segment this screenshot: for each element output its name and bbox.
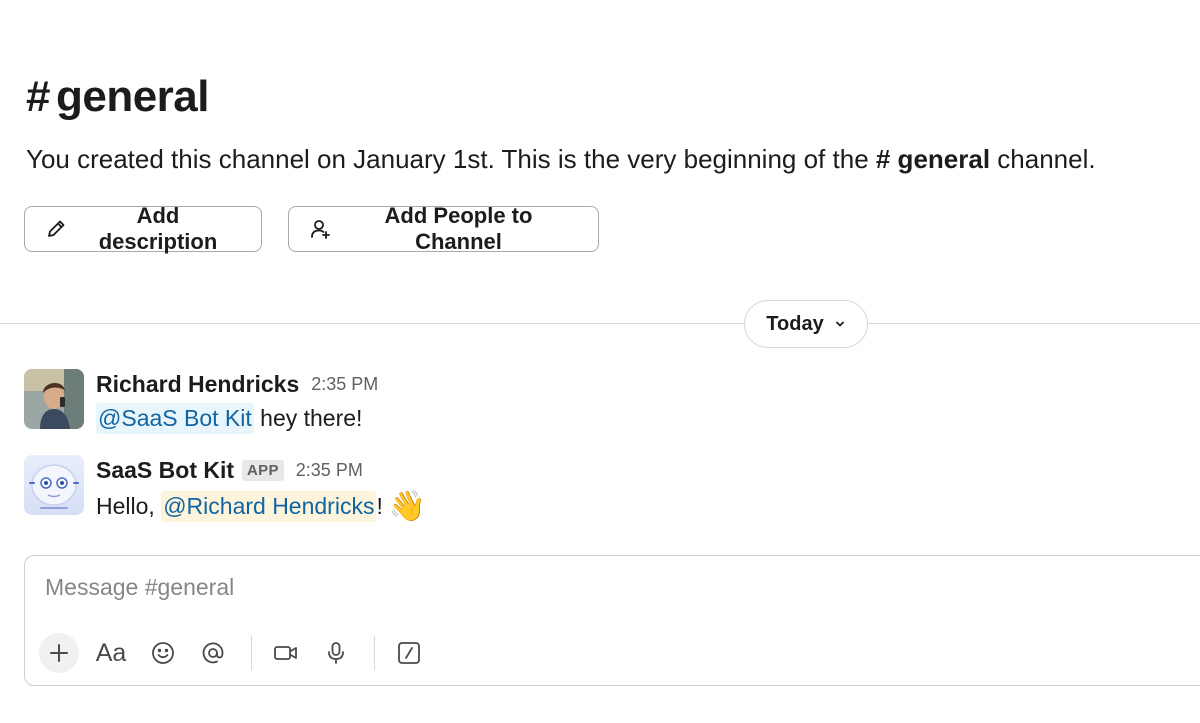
microphone-icon[interactable] [316,633,356,673]
message-header: Richard Hendricks 2:35 PM [96,369,378,399]
message-input[interactable] [45,574,945,601]
add-user-icon [309,218,331,240]
avatar[interactable] [24,455,84,515]
waving-hand-emoji: 👋 [389,489,426,524]
message-body: Richard Hendricks 2:35 PM @SaaS Bot Kit … [96,369,378,434]
formatting-button[interactable]: Aa [89,633,133,673]
emoji-icon[interactable] [143,633,183,673]
message-body: SaaS Bot Kit APP 2:35 PM Hello, @Richard… [96,455,426,524]
channel-hash: # [26,72,50,122]
message-content-before: Hello, [96,493,161,520]
author-name[interactable]: Richard Hendricks [96,371,299,398]
video-icon[interactable] [266,633,306,673]
add-people-label: Add People to Channel [339,203,578,255]
mention-icon[interactable] [193,633,233,673]
message-content-after: ! [376,493,382,520]
message-content: hey there! [254,405,363,432]
add-people-button[interactable]: Add People to Channel [288,206,599,252]
intro-prefix: You created this channel on January 1st.… [26,144,876,174]
message-header: SaaS Bot Kit APP 2:35 PM [96,455,426,485]
message-composer: Aa [24,555,1200,686]
message-timestamp[interactable]: 2:35 PM [296,460,363,481]
add-description-button[interactable]: Add description [24,206,262,252]
toolbar-separator [374,636,375,670]
date-divider-label: Today [766,313,823,336]
toolbar-separator [251,636,252,670]
intro-suffix: channel. [990,144,1096,174]
plus-icon[interactable] [39,633,79,673]
channel-intro: You created this channel on January 1st.… [26,144,1096,175]
user-mention[interactable]: @Richard Hendricks [161,491,376,522]
intro-channel-ref[interactable]: # general [876,144,990,174]
message-text: @SaaS Bot Kit hey there! [96,403,378,434]
date-divider-line [0,323,1200,324]
avatar[interactable] [24,369,84,429]
message-item: Richard Hendricks 2:35 PM @SaaS Bot Kit … [24,369,378,434]
slash-command-icon[interactable] [389,633,429,673]
message-text: Hello, @Richard Hendricks! 👋 [96,489,426,524]
channel-title: # general [26,72,209,122]
channel-name: general [56,72,209,122]
intro-actions: Add description Add People to Channel [24,206,599,252]
date-divider-button[interactable]: Today [744,300,868,348]
chevron-down-icon [834,318,846,330]
user-mention[interactable]: @SaaS Bot Kit [96,403,254,434]
message-timestamp[interactable]: 2:35 PM [311,374,378,395]
app-badge: APP [242,460,284,481]
composer-toolbar: Aa [39,633,429,673]
add-description-label: Add description [75,203,241,255]
message-item: SaaS Bot Kit APP 2:35 PM Hello, @Richard… [24,455,426,524]
author-name[interactable]: SaaS Bot Kit [96,457,234,484]
pencil-icon [45,218,67,240]
channel-header: # general [26,72,209,122]
